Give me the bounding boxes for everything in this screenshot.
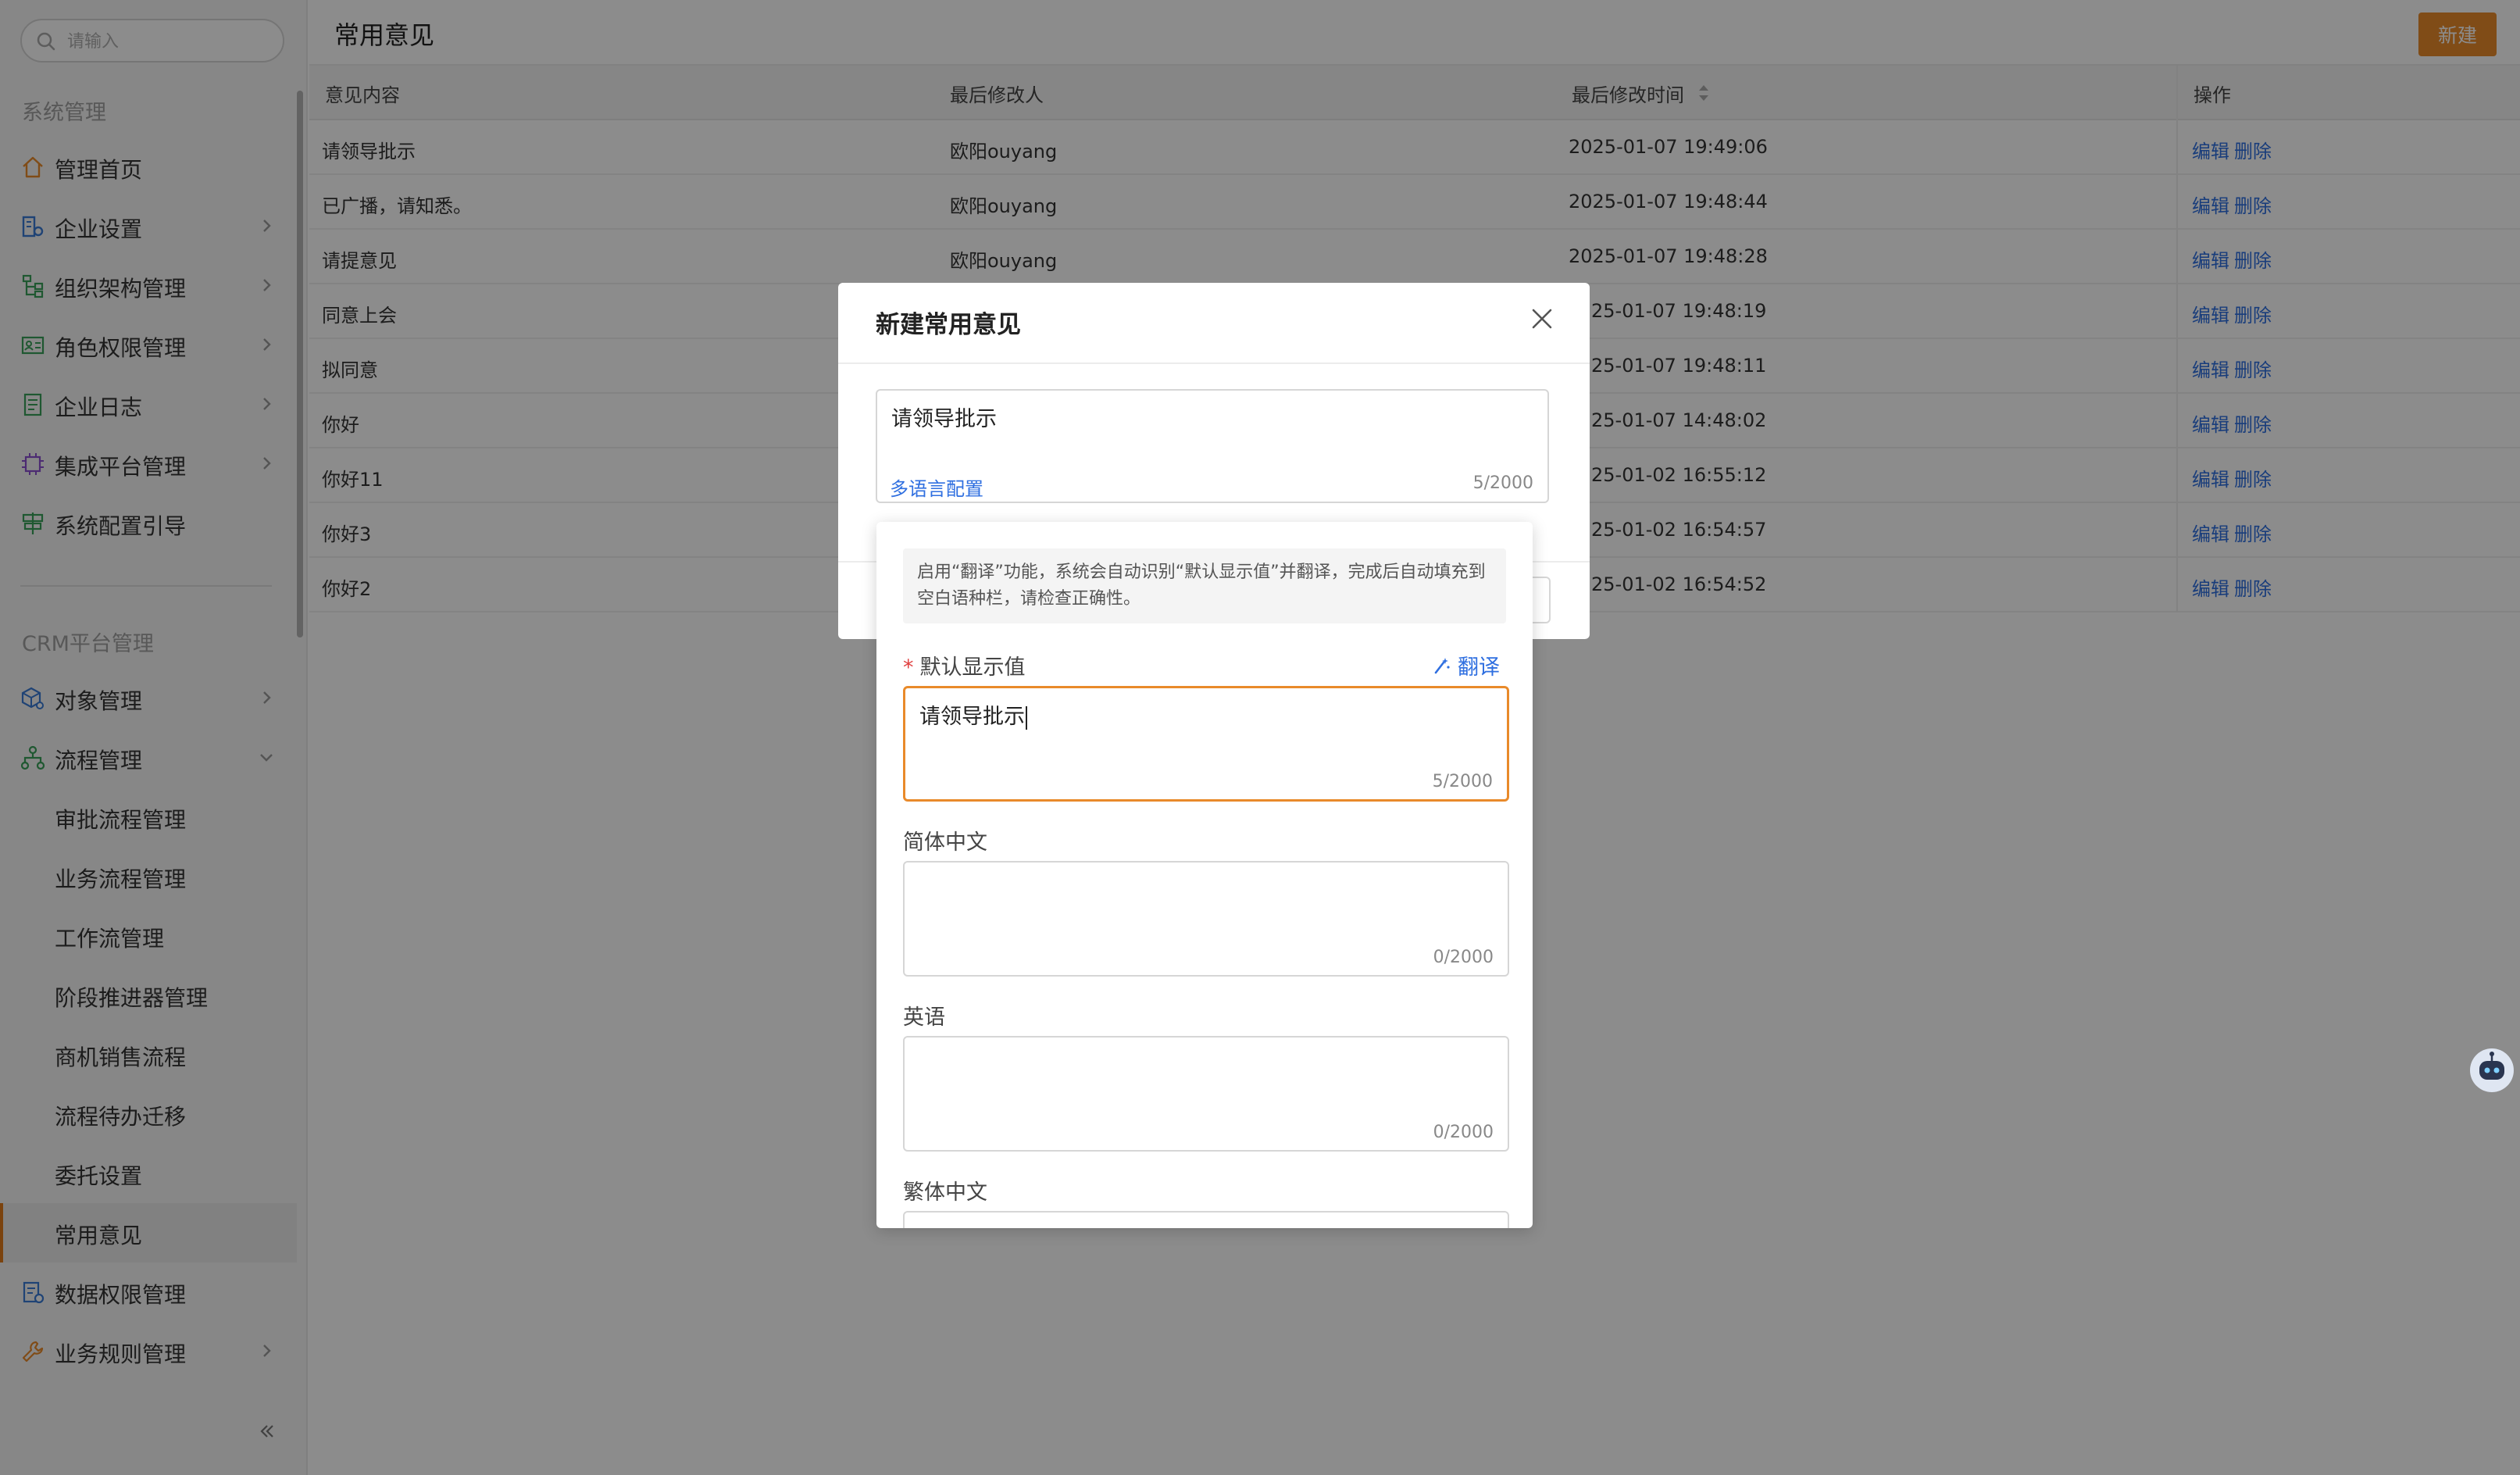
field-value: 请领导批示 bbox=[919, 699, 1027, 730]
modal-divider bbox=[838, 362, 1590, 364]
field-label-english: 英语 bbox=[903, 1005, 945, 1030]
opinion-textarea[interactable]: 请领导批示 多语言配置 5/2000 bbox=[876, 389, 1549, 503]
char-count: 0/2000 bbox=[1433, 948, 1494, 967]
opinion-text: 请领导批示 bbox=[891, 407, 997, 431]
text-caret bbox=[1026, 705, 1027, 730]
traditional-chinese-field[interactable] bbox=[903, 1211, 1509, 1228]
char-count: 0/2000 bbox=[1433, 1123, 1494, 1142]
english-field[interactable]: 0/2000 bbox=[903, 1036, 1509, 1152]
multilang-popover: 启用“翻译”功能，系统会自动识别“默认显示值”并翻译，完成后自动填充到空白语种栏… bbox=[876, 522, 1533, 1228]
field-label-traditional-chinese: 繁体中文 bbox=[903, 1180, 987, 1205]
field-label-default: * 默认显示值 bbox=[903, 655, 1026, 680]
field-label-simplified-chinese: 简体中文 bbox=[903, 830, 987, 855]
assistant-robot-icon[interactable] bbox=[2468, 1047, 2515, 1094]
translate-label: 翻译 bbox=[1458, 655, 1500, 680]
modal-title: 新建常用意见 bbox=[876, 311, 1021, 339]
close-icon[interactable] bbox=[1529, 306, 1554, 331]
default-value-field[interactable]: 请领导批示 5/2000 bbox=[903, 686, 1509, 802]
simplified-chinese-field[interactable]: 0/2000 bbox=[903, 861, 1509, 977]
magic-wand-icon bbox=[1433, 656, 1451, 675]
translate-tip: 启用“翻译”功能，系统会自动识别“默认显示值”并翻译，完成后自动填充到空白语种栏… bbox=[903, 548, 1506, 623]
char-count: 5/2000 bbox=[1472, 473, 1533, 493]
translate-button[interactable]: 翻译 bbox=[1433, 650, 1500, 680]
char-count: 5/2000 bbox=[1432, 772, 1493, 791]
required-mark: * bbox=[903, 655, 914, 680]
multilang-config-link[interactable]: 多语言配置 bbox=[890, 473, 983, 501]
